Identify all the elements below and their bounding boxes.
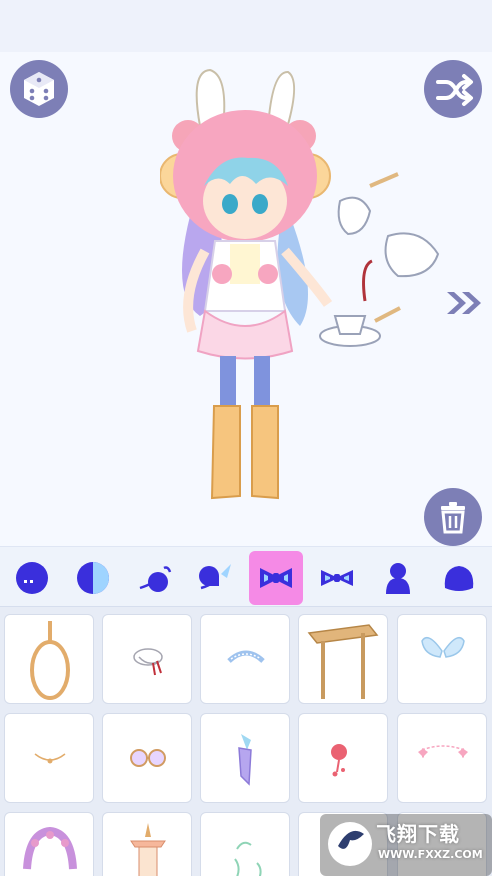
category-tab-face-half[interactable] (66, 551, 120, 605)
hat-with-ribbons-icon (133, 648, 163, 676)
bow-icon (260, 568, 292, 588)
trash-icon (441, 502, 465, 534)
item-card[interactable] (102, 713, 192, 803)
item-card[interactable] (102, 812, 192, 876)
item-card[interactable] (4, 614, 94, 704)
flower-arch-icon (23, 826, 77, 870)
watermark: 飞翔下载 WWW.FXXZ.COM (320, 810, 492, 876)
shuffle-icon (436, 74, 473, 106)
green-ribbon-icon (234, 841, 262, 876)
category-tab-bow[interactable] (249, 551, 303, 605)
item-card[interactable] (200, 713, 290, 803)
pagoda-lantern-icon (130, 823, 166, 876)
bow-outline-icon (321, 570, 353, 586)
category-tab-ear[interactable] (127, 551, 181, 605)
item-card[interactable] (298, 713, 388, 803)
item-card[interactable] (397, 713, 487, 803)
rope-noose-icon (30, 621, 70, 700)
item-card[interactable] (200, 812, 290, 876)
item-card[interactable] (4, 812, 94, 876)
crystal-charm-icon (238, 734, 252, 786)
ear-accessory-icon (199, 564, 231, 590)
blob-icon (444, 566, 474, 591)
item-card[interactable] (298, 614, 388, 704)
item-card[interactable] (102, 614, 192, 704)
pink-bow-chain-icon (418, 745, 468, 758)
ear-icon (139, 566, 172, 592)
category-tab-blob[interactable] (432, 551, 486, 605)
watermark-url: WWW.FXXZ.COM (378, 848, 483, 861)
rose-charm-icon (331, 744, 347, 777)
glasses-icon (130, 749, 166, 767)
body-icon (386, 563, 410, 594)
double-chevron-right-icon[interactable] (445, 290, 485, 316)
item-card[interactable] (397, 614, 487, 704)
headband-icon (227, 650, 265, 663)
wings-icon (421, 636, 465, 658)
necklace-icon (34, 753, 66, 764)
category-tab-ear-accessory[interactable] (188, 551, 242, 605)
category-tab-body[interactable] (371, 551, 425, 605)
wooden-sign-icon (307, 624, 379, 699)
delete-button[interactable] (424, 488, 482, 546)
shuffle-button[interactable] (424, 60, 482, 118)
status-bar (0, 0, 492, 52)
face-half-icon (77, 562, 109, 594)
item-card[interactable] (200, 614, 290, 704)
random-dice-button[interactable] (10, 60, 68, 118)
dressed-doll-character (160, 68, 440, 500)
dressing-stage (0, 52, 492, 546)
dice-icon (24, 72, 54, 106)
item-card[interactable] (4, 713, 94, 803)
face-icon (16, 562, 48, 594)
category-tab-bow-outline[interactable] (310, 551, 364, 605)
watermark-title: 飞翔下载 (376, 822, 460, 846)
category-tab-face[interactable] (5, 551, 59, 605)
category-tab-bar (0, 546, 492, 606)
